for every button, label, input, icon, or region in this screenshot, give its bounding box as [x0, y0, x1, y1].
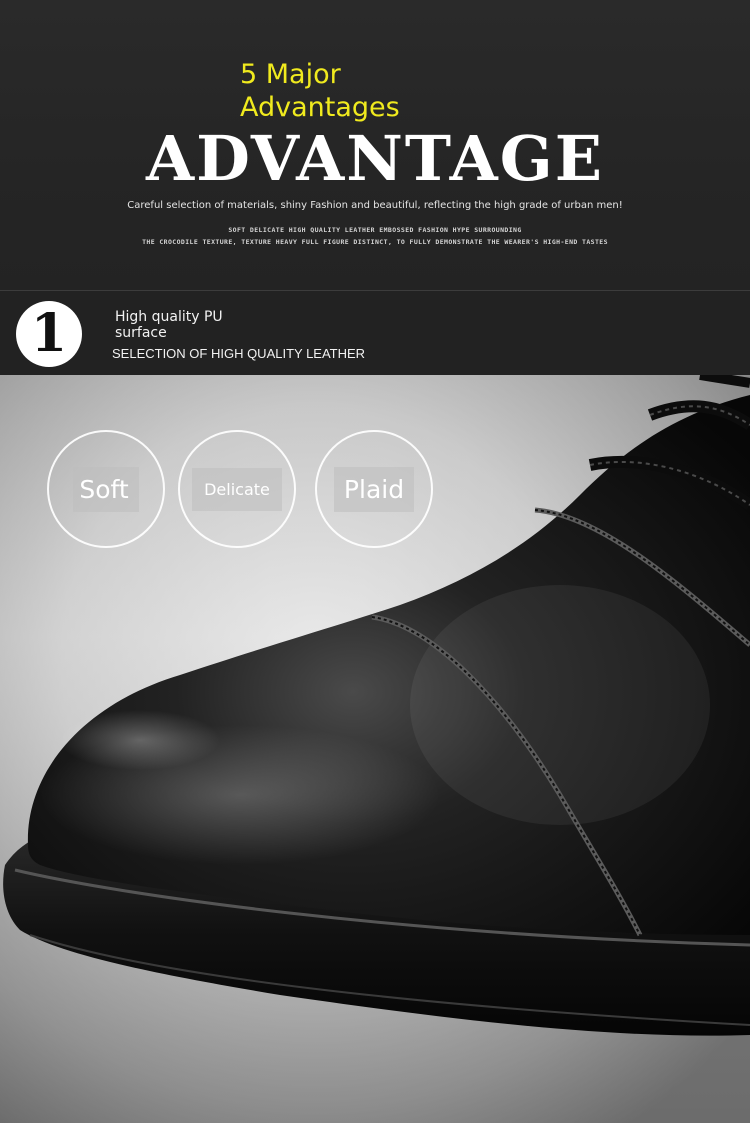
badge-soft: Soft	[47, 430, 165, 548]
badge-delicate: Delicate	[178, 430, 296, 548]
small-caps-line-1: SOFT DELICATE HIGH QUALITY LEATHER EMBOS…	[228, 226, 522, 234]
advantage-header: 5 Major Advantages ADVANTAGE Careful sel…	[0, 0, 750, 290]
headline: ADVANTAGE	[146, 122, 604, 195]
major-line-2: Advantages	[240, 92, 400, 123]
badge-delicate-label: Delicate	[192, 467, 282, 511]
feature-subtitle: SELECTION OF HIGH QUALITY LEATHER	[112, 346, 366, 361]
small-caps-line-2: THE CROCODILE TEXTURE, TEXTURE HEAVY FUL…	[142, 238, 608, 246]
feature-number: 1	[30, 303, 68, 364]
major-line-1: 5 Major	[240, 59, 341, 90]
badge-plaid: Plaid	[315, 430, 433, 548]
badge-soft-label: Soft	[73, 466, 139, 512]
badge-plaid-label: Plaid	[333, 466, 415, 512]
feature-title-line-1: High quality PU	[115, 309, 223, 325]
feature-number-badge: 1	[16, 301, 82, 367]
feature-title-line-2: surface	[115, 325, 167, 341]
tagline: Careful selection of materials, shiny Fa…	[127, 200, 623, 211]
feature-bar: 1 High quality PU surface SELECTION OF H…	[0, 291, 750, 375]
major-advantages-caption: 5 Major Advantages	[240, 58, 400, 124]
feature-title: High quality PU surface	[115, 309, 255, 341]
